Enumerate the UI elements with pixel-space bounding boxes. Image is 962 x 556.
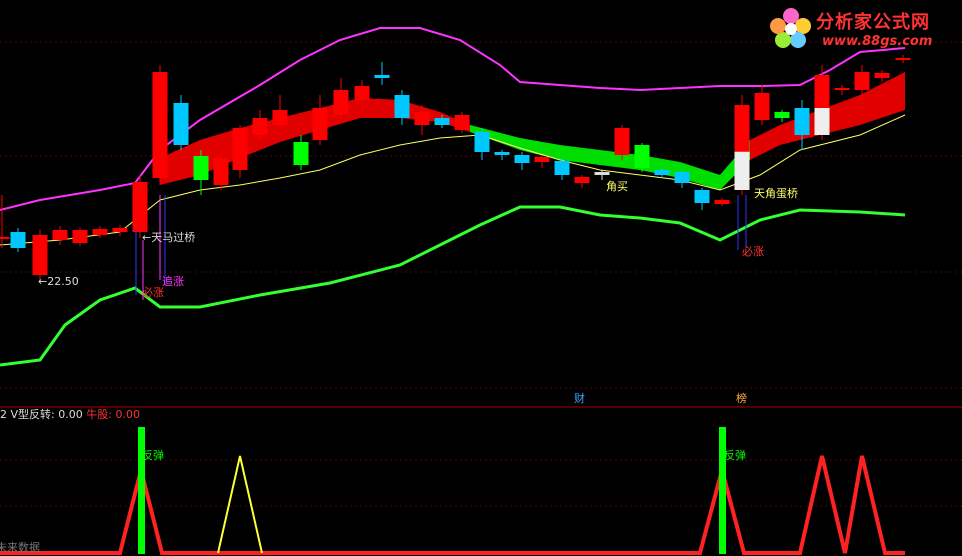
candle-body	[554, 161, 570, 175]
candle-body	[333, 90, 349, 115]
zhuizhang-label: 追涨	[162, 275, 184, 288]
rebound-label-1: 反弹	[142, 449, 164, 462]
low-price-label: ←22.50	[38, 275, 79, 288]
candle-body	[834, 88, 850, 90]
candle-body	[272, 110, 288, 125]
candle-body	[454, 115, 470, 130]
bull-stock-label: 牛股:	[86, 408, 112, 421]
candle-body	[895, 58, 911, 60]
candle-body	[594, 172, 610, 175]
candle-body	[10, 232, 26, 248]
candle-body	[474, 132, 490, 152]
bizhang-label-1: 必涨	[142, 286, 164, 299]
rebound-label-2: 反弹	[724, 449, 746, 462]
candle-body	[434, 118, 450, 125]
candle-body	[674, 172, 690, 183]
candle-body	[374, 75, 390, 78]
candle-body	[173, 103, 189, 145]
candle-body	[0, 237, 10, 239]
candle-body	[694, 190, 710, 203]
candle-body	[193, 156, 209, 180]
tianjiao-label: 天角蛋桥	[754, 187, 798, 200]
candle-body	[152, 72, 168, 178]
candle-body	[874, 73, 890, 78]
tianma-label: ←天马过桥	[142, 231, 196, 244]
sub-panel-header: 2 V型反转: 0.00 牛股: 0.00	[0, 408, 140, 422]
candle-body	[213, 158, 229, 185]
v-reversal-value: 0.00	[58, 408, 83, 421]
candle-body	[714, 200, 730, 204]
candle-body	[132, 182, 148, 232]
future-data-label: 未来数据	[0, 541, 40, 554]
candle-body-white	[734, 151, 750, 190]
candle-body	[854, 72, 870, 90]
candle-body	[52, 230, 68, 240]
logo-url: www.88gs.com	[822, 34, 933, 49]
candles	[0, 55, 911, 280]
cai-marker[interactable]: 财	[574, 393, 585, 405]
candle-body	[414, 112, 430, 125]
candlestick-chart[interactable]	[0, 0, 962, 556]
candle-body	[232, 128, 248, 170]
candle-body-white	[814, 108, 830, 135]
bizhang-label-2: 必涨	[742, 245, 764, 258]
candle-body	[32, 235, 48, 275]
candle-body	[794, 108, 810, 135]
candle-body	[72, 230, 88, 243]
site-logo[interactable]: 分析家公式网 www.88gs.com	[766, 4, 956, 56]
panel-index: 2	[0, 408, 7, 421]
candle-body	[112, 228, 128, 232]
candle-body	[634, 145, 650, 168]
bull-stock-value: 0.00	[115, 408, 140, 421]
candle-body	[312, 108, 328, 140]
candle-body	[514, 155, 530, 163]
candle-body	[92, 229, 108, 235]
sub-indicator	[0, 427, 905, 555]
jiaomai-label: 角买	[606, 180, 628, 193]
candle-body	[494, 152, 510, 155]
candle-body	[534, 157, 550, 162]
candle-body	[614, 128, 630, 155]
bang-marker[interactable]: 榜	[736, 393, 747, 405]
candle-body	[354, 86, 370, 100]
candle-body	[774, 112, 790, 118]
candle-body	[754, 93, 770, 120]
candle-body	[293, 142, 309, 165]
flower-logo-icon	[770, 8, 811, 48]
v-reversal-label: V型反转:	[10, 408, 55, 421]
candle-body	[654, 170, 670, 175]
logo-title: 分析家公式网	[816, 12, 930, 33]
candle-body	[394, 95, 410, 118]
candle-body	[252, 118, 268, 135]
candle-body	[574, 177, 590, 183]
signal-lines	[135, 195, 747, 300]
